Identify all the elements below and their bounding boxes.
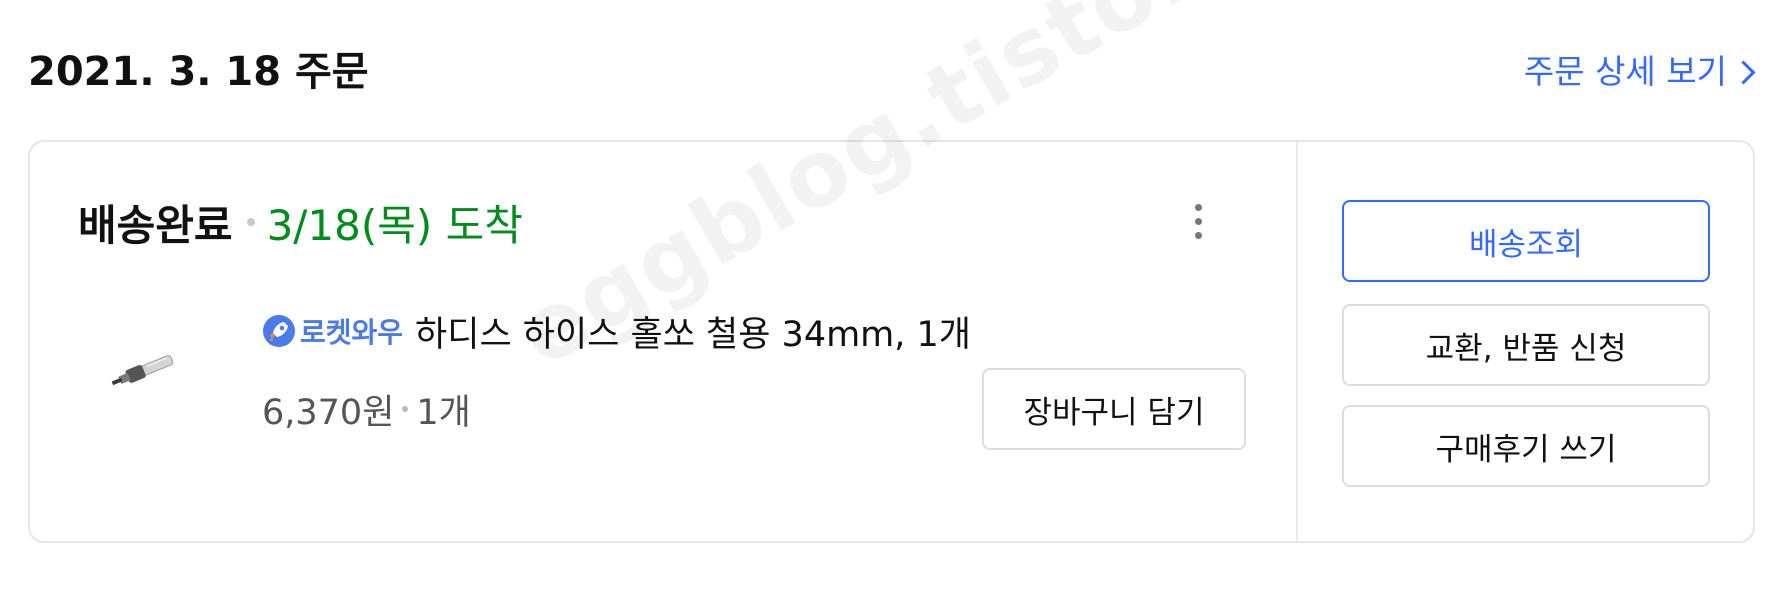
product-price: 6,370원 <box>262 392 395 433</box>
product-quantity: 1개 <box>416 392 471 433</box>
shipment-status: 배송완료 <box>78 200 233 250</box>
exchange-return-button[interactable]: 교환, 반품 신청 <box>1342 304 1710 386</box>
card-divider <box>1296 142 1298 541</box>
order-date-heading: 2021. 3. 18 주문 <box>28 49 369 95</box>
order-detail-link-label: 주문 상세 보기 <box>1523 52 1727 91</box>
chevron-right-icon <box>1731 59 1756 85</box>
rocket-wow-label: 로켓와우 <box>300 316 404 349</box>
more-vertical-icon[interactable] <box>1190 204 1206 248</box>
track-delivery-button[interactable]: 배송조회 <box>1342 200 1710 282</box>
arrival-date: 3/18(목) 도착 <box>266 200 523 250</box>
rocket-icon <box>263 315 295 347</box>
rocket-wow-badge: 로켓와우 <box>262 311 403 351</box>
price-row: 6,370원 1개 <box>262 386 471 433</box>
order-header: 2021. 3. 18 주문 주문 상세 보기 <box>28 44 1758 100</box>
add-to-cart-button[interactable]: 장바구니 담기 <box>982 368 1246 450</box>
holesaw-image <box>111 355 174 386</box>
shipment-status-row: 배송완료 3/18(목) 도착 <box>78 194 523 250</box>
write-review-button[interactable]: 구매후기 쓰기 <box>1342 405 1710 487</box>
product-title-row: 로켓와우 하디스 하이스 홀쏘 철용 34mm, 1개 <box>262 306 971 357</box>
separator-dot <box>402 406 409 412</box>
product-thumbnail[interactable] <box>100 340 196 400</box>
product-name-link[interactable]: 하디스 하이스 홀쏘 철용 34mm, 1개 <box>415 306 971 357</box>
separator-dot <box>246 218 255 226</box>
order-detail-link[interactable]: 주문 상세 보기 <box>1524 50 1758 94</box>
